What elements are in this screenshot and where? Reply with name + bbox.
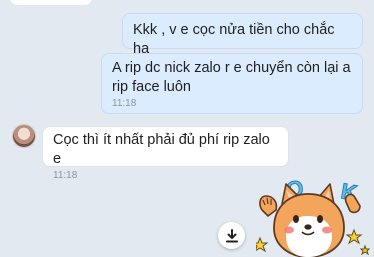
shiba-ok-sticker[interactable]: O K — [256, 176, 374, 257]
dog-left-paw — [259, 195, 278, 218]
message-bubble-sent[interactable]: A rip dc nick zalo r e chuyển còn lại a … — [101, 53, 363, 114]
dog-head — [273, 183, 345, 257]
message-text: Kkk , v e cọc nửa tiền cho chắc ha — [133, 22, 335, 57]
message-text: Cọc thì ít nhất phải đủ phí rip zalo e — [53, 132, 270, 167]
message-time: 11:18 — [112, 98, 137, 109]
star-icon — [345, 228, 363, 245]
download-button[interactable] — [218, 222, 245, 249]
download-icon — [225, 228, 238, 242]
star-icon — [256, 236, 269, 253]
message-bubble-received[interactable]: Cọc thì ít nhất phải đủ phí rip zalo e 1… — [42, 126, 289, 181]
previous-message-bubble — [10, 0, 92, 5]
message-text: A rip dc nick zalo r e chuyển còn lại a … — [112, 60, 351, 95]
dog-right-paw — [344, 193, 361, 214]
message-time: 11:18 — [53, 170, 78, 181]
star-icon — [359, 244, 371, 256]
message-bubble-sent[interactable]: Kkk , v e cọc nửa tiền cho chắc ha — [122, 13, 363, 57]
avatar[interactable] — [12, 124, 36, 148]
